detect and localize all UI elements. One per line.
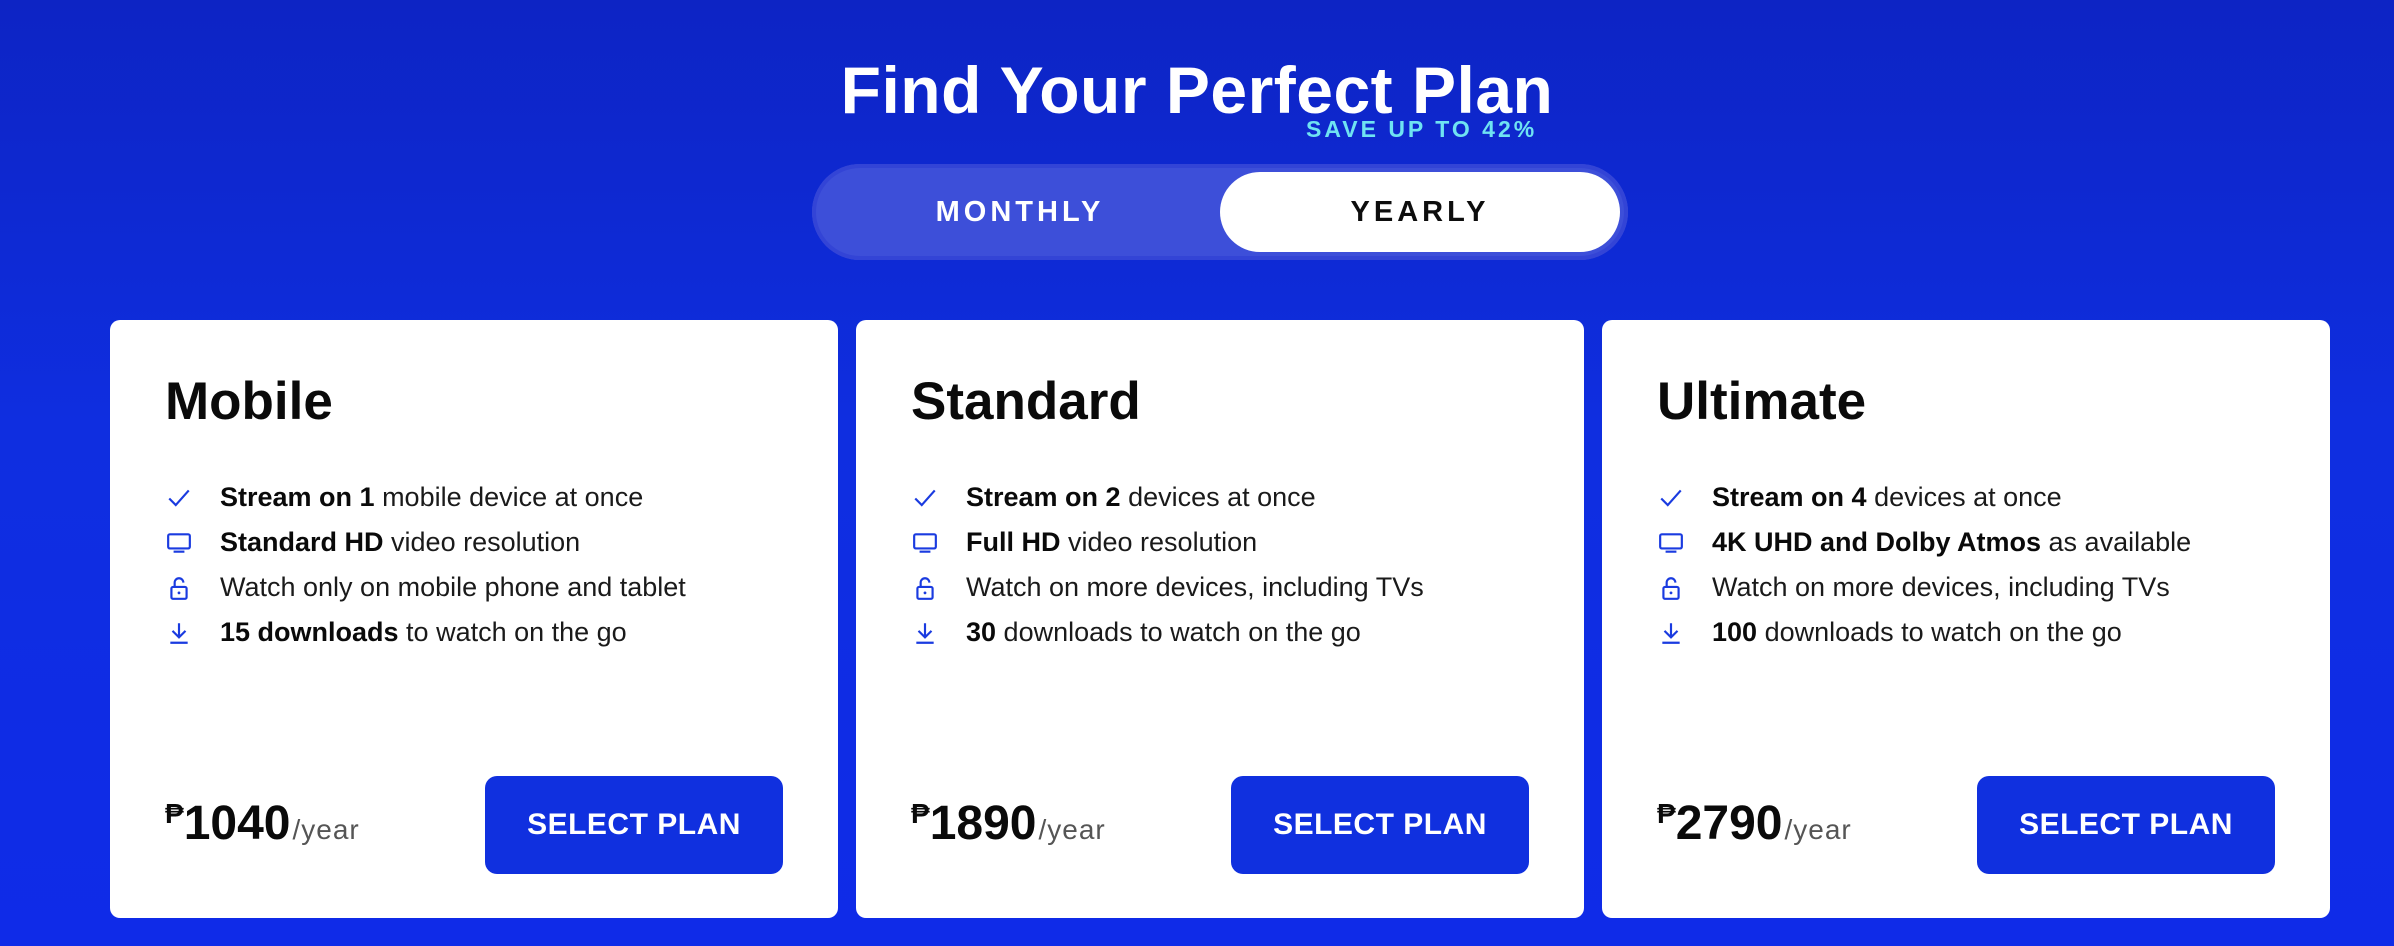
feature-bold-text: Stream on 1 — [220, 482, 375, 512]
plan-name: Ultimate — [1657, 372, 1867, 431]
feature-item: 30 downloads to watch on the go — [911, 610, 1424, 655]
feature-item: 100 downloads to watch on the go — [1657, 610, 2191, 655]
plan-name: Mobile — [165, 372, 333, 431]
feature-item: 4K UHD and Dolby Atmos as available — [1657, 520, 2191, 565]
feature-item: 15 downloads to watch on the go — [165, 610, 686, 655]
feature-item: Watch only on mobile phone and tablet — [165, 565, 686, 610]
feature-text: Watch on more devices, including TVs — [966, 572, 1424, 602]
unlock-icon — [1657, 574, 1685, 602]
feature-text: mobile device at once — [374, 482, 644, 512]
feature-text: devices at once — [1866, 482, 2062, 512]
plan-card-mobile: Mobile Stream on 1 mobile device at once… — [110, 320, 838, 918]
feature-text: video resolution — [383, 527, 581, 557]
feature-text: downloads to watch on the go — [996, 617, 1361, 647]
feature-text: Watch on more devices, including TVs — [1712, 572, 2170, 602]
save-badge: SAVE UP TO 42% — [1306, 116, 1538, 142]
price-amount: 2790 — [1675, 797, 1783, 850]
feature-item: Watch on more devices, including TVs — [911, 565, 1424, 610]
feature-bold-text: 4K UHD and Dolby Atmos — [1712, 527, 2042, 557]
plan-price: ₱ 1890 /year — [911, 796, 1106, 851]
feature-list: Stream on 4 devices at once 4K UHD and D… — [1657, 475, 2191, 655]
monitor-icon — [911, 529, 939, 557]
feature-bold-text: 30 — [966, 617, 997, 647]
feature-item: Full HD video resolution — [911, 520, 1424, 565]
feature-item: Stream on 2 devices at once — [911, 475, 1424, 520]
page-title: Find Your Perfect Plan — [840, 53, 1554, 128]
monitor-icon — [165, 529, 193, 557]
price-amount: 1890 — [929, 797, 1037, 850]
feature-text: to watch on the go — [398, 617, 627, 647]
feature-bold-text: Stream on 4 — [1712, 482, 1867, 512]
price-period: /year — [292, 814, 360, 845]
price-period: /year — [1038, 814, 1106, 845]
check-icon — [165, 484, 193, 512]
price-amount: 1040 — [183, 797, 291, 850]
feature-item: Watch on more devices, including TVs — [1657, 565, 2191, 610]
select-plan-button[interactable]: SELECT PLAN — [1977, 776, 2275, 874]
plan-card-ultimate: Ultimate Stream on 4 devices at once 4K … — [1602, 320, 2330, 918]
plan-name: Standard — [911, 372, 1141, 431]
feature-list: Stream on 1 mobile device at once Standa… — [165, 475, 686, 655]
download-icon — [911, 619, 939, 647]
unlock-icon — [165, 574, 193, 602]
feature-bold-text: Standard HD — [220, 527, 384, 557]
currency-symbol: ₱ — [911, 798, 930, 829]
feature-bold-text: Stream on 2 — [966, 482, 1121, 512]
check-icon — [1657, 484, 1685, 512]
toggle-monthly[interactable]: MONTHLY — [820, 172, 1220, 252]
currency-symbol: ₱ — [1657, 798, 1676, 829]
plan-price: ₱ 1040 /year — [165, 796, 360, 851]
check-icon — [911, 484, 939, 512]
download-icon — [1657, 619, 1685, 647]
toggle-yearly[interactable]: YEARLY — [1220, 172, 1620, 252]
feature-text: downloads to watch on the go — [1757, 617, 2122, 647]
feature-text: video resolution — [1060, 527, 1258, 557]
plan-card-standard: Standard Stream on 2 devices at once Ful… — [856, 320, 1584, 918]
feature-text: as available — [2041, 527, 2192, 557]
unlock-icon — [911, 574, 939, 602]
plan-price: ₱ 2790 /year — [1657, 796, 1852, 851]
feature-bold-text: 15 downloads — [220, 617, 399, 647]
billing-toggle[interactable]: MONTHLY YEARLY — [812, 164, 1628, 260]
monitor-icon — [1657, 529, 1685, 557]
feature-item: Stream on 1 mobile device at once — [165, 475, 686, 520]
feature-bold-text: 100 — [1712, 617, 1758, 647]
feature-text: Watch only on mobile phone and tablet — [220, 572, 686, 602]
feature-item: Standard HD video resolution — [165, 520, 686, 565]
feature-text: devices at once — [1120, 482, 1316, 512]
select-plan-button[interactable]: SELECT PLAN — [1231, 776, 1529, 874]
feature-list: Stream on 2 devices at once Full HD vide… — [911, 475, 1424, 655]
feature-item: Stream on 4 devices at once — [1657, 475, 2191, 520]
price-period: /year — [1784, 814, 1852, 845]
currency-symbol: ₱ — [165, 798, 184, 829]
feature-bold-text: Full HD — [966, 527, 1061, 557]
select-plan-button[interactable]: SELECT PLAN — [485, 776, 783, 874]
download-icon — [165, 619, 193, 647]
